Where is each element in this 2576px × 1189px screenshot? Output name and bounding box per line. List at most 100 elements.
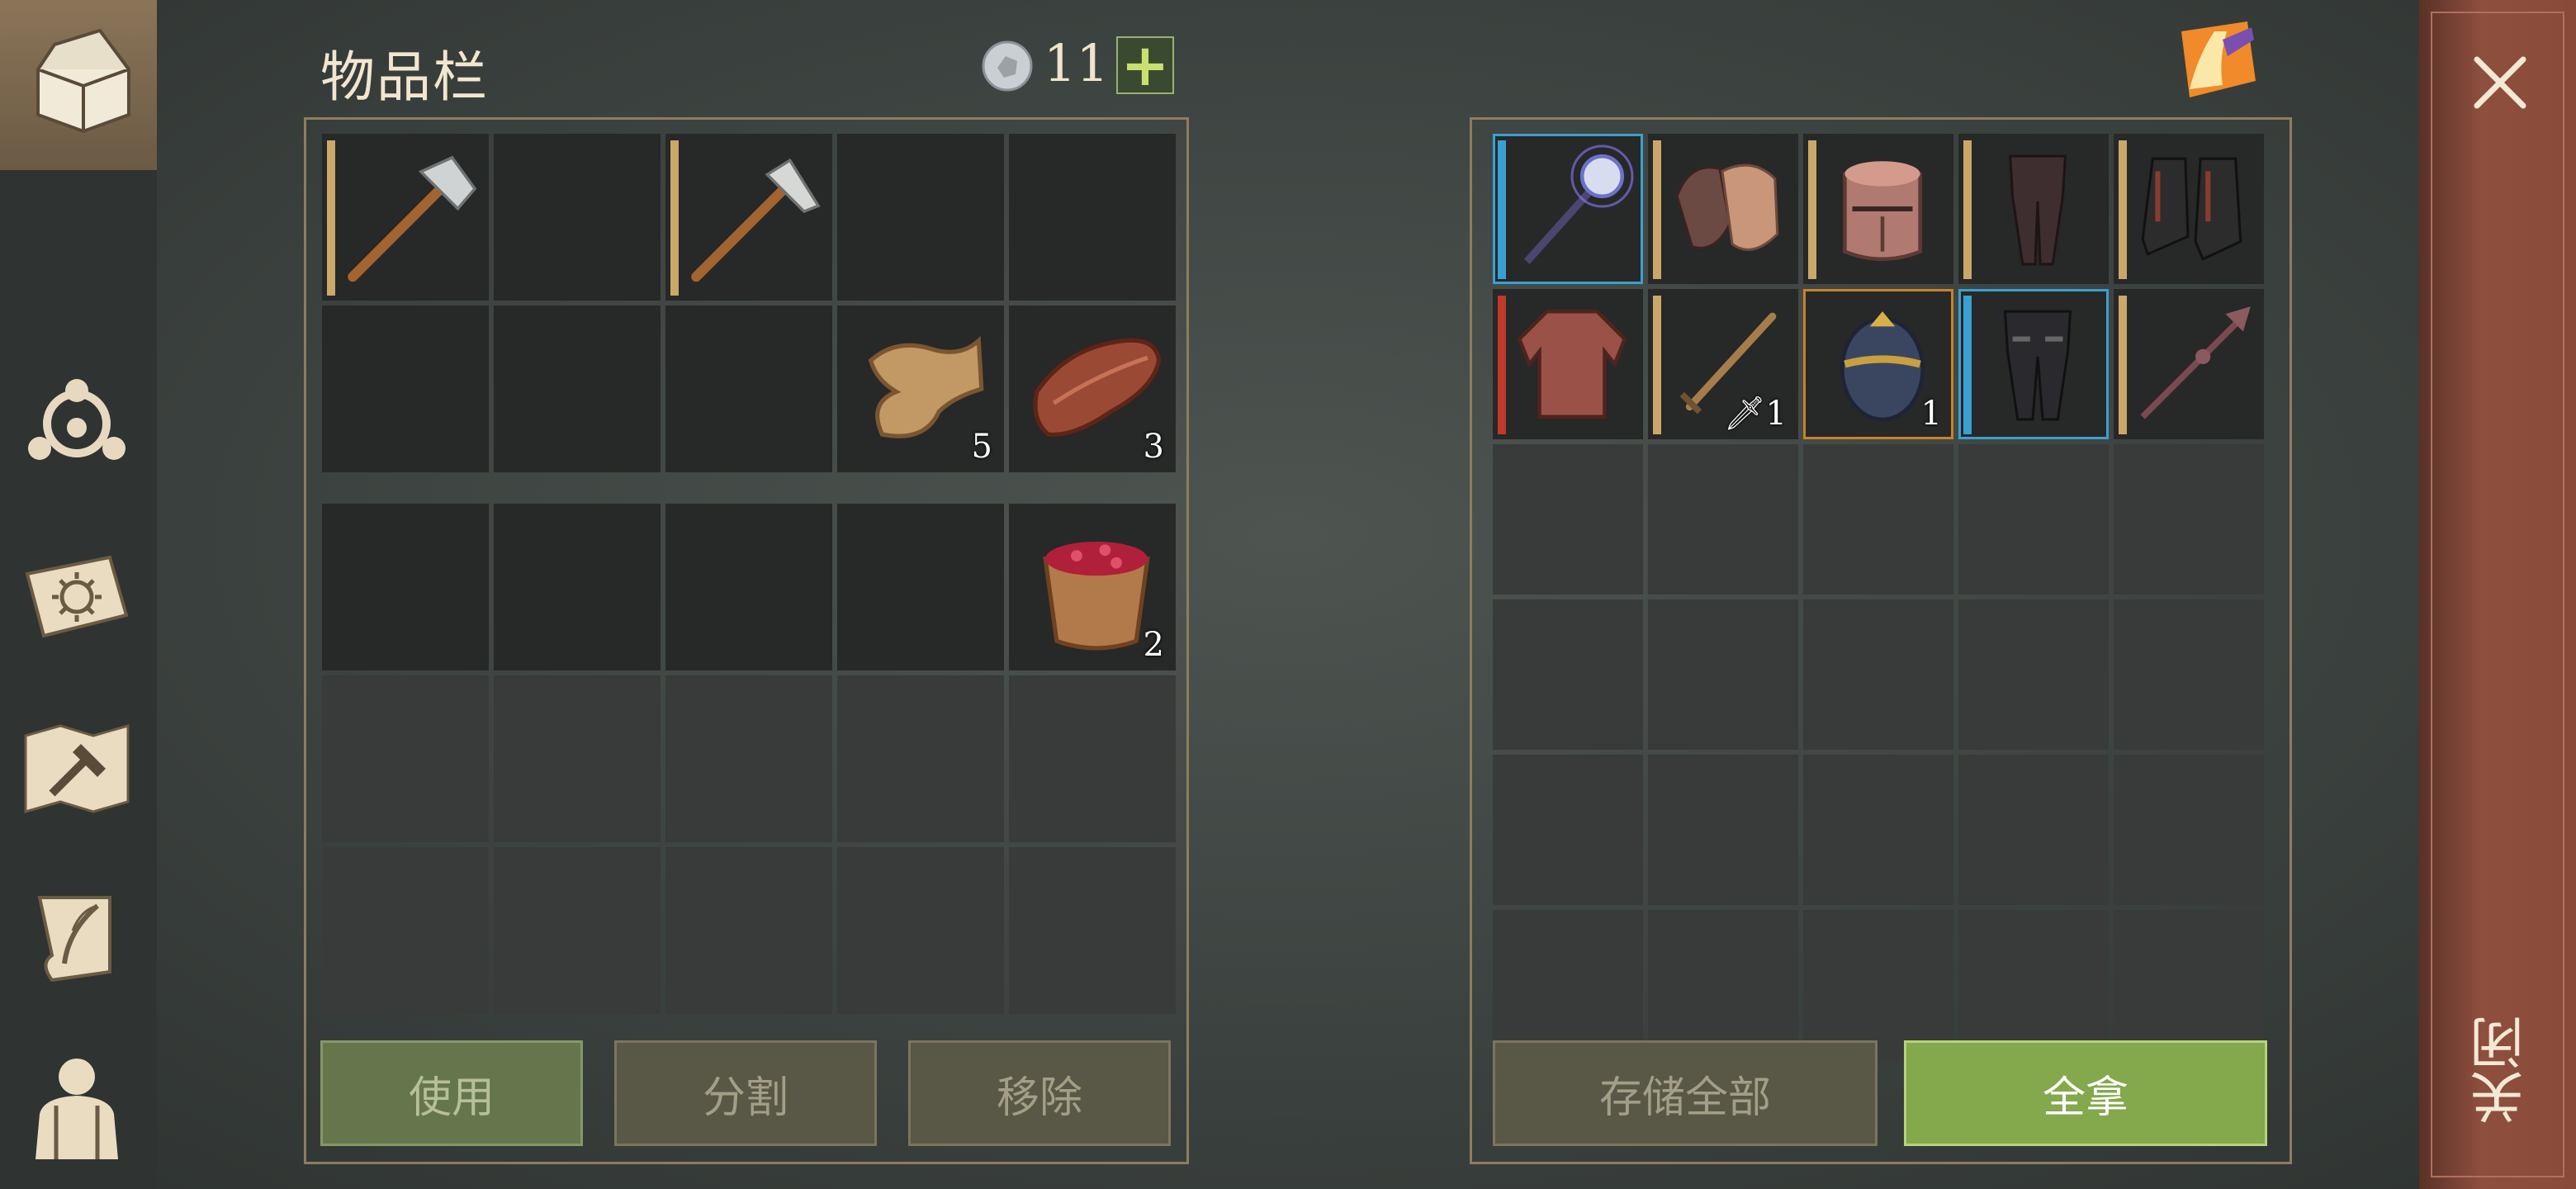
- container-slot[interactable]: [1958, 289, 2109, 439]
- mace-icon: [1509, 142, 1635, 276]
- backpack-slot[interactable]: [837, 847, 1004, 1014]
- item-quantity: 1: [1920, 395, 1942, 433]
- inventory-grid-backpack: 2: [322, 504, 1176, 1014]
- container-slot[interactable]: [1493, 444, 1643, 594]
- container-slot[interactable]: [2114, 444, 2264, 594]
- item-quantity: 3: [1143, 428, 1164, 466]
- inventory-slot[interactable]: [1009, 134, 1176, 301]
- container-slot[interactable]: [1803, 755, 1953, 905]
- great-helm-icon: [1820, 142, 1945, 276]
- container-slot[interactable]: [1493, 755, 1643, 905]
- container-slot[interactable]: [1958, 599, 2109, 750]
- inventory-slot[interactable]: 3: [1009, 306, 1176, 472]
- close-strip[interactable]: [2419, 0, 2576, 1189]
- chainmail-icon: [1509, 297, 1635, 431]
- backpack-slot[interactable]: [1009, 847, 1176, 1014]
- split-button[interactable]: 分割: [614, 1040, 877, 1146]
- container-slot[interactable]: [1958, 755, 2109, 905]
- container-slot[interactable]: [1648, 444, 1798, 594]
- inventory-slot[interactable]: [322, 306, 489, 472]
- inventory-slot[interactable]: [494, 306, 661, 472]
- armored-pants-icon: [1975, 297, 2100, 431]
- inventory-slot[interactable]: [665, 134, 832, 301]
- silver-coin-icon: [982, 40, 1033, 92]
- container-slot[interactable]: [1493, 599, 1643, 750]
- container-slot[interactable]: [2114, 134, 2264, 284]
- container-slot[interactable]: [1493, 910, 1643, 1060]
- container-slot[interactable]: [1803, 444, 1953, 594]
- durability-bar: [2119, 296, 2127, 434]
- container-slot[interactable]: [1958, 134, 2109, 284]
- backpack-slot[interactable]: [322, 675, 489, 842]
- item-quantity: 2: [1143, 626, 1164, 664]
- container-slot[interactable]: [1958, 910, 2109, 1060]
- inventory-grid-main: 53: [322, 134, 1176, 472]
- durability-bar: [1653, 296, 1661, 434]
- pickaxe-icon: [682, 142, 824, 292]
- backpack-slot[interactable]: [665, 847, 832, 1014]
- sidebar-item-quests[interactable]: [15, 877, 139, 1001]
- container-slot[interactable]: [2114, 599, 2264, 750]
- inventory-slot[interactable]: 5: [837, 306, 1004, 472]
- backpack-slot[interactable]: [665, 504, 832, 670]
- crafting-map-icon: [24, 724, 130, 813]
- hammer-icon: [339, 142, 481, 292]
- remove-button[interactable]: 移除: [908, 1040, 1171, 1146]
- durability-bar: [670, 140, 679, 296]
- durability-bar: [2119, 140, 2127, 279]
- durability-bar: [1963, 296, 1972, 434]
- skill-tree-icon: [28, 379, 125, 460]
- inventory-slot[interactable]: [494, 134, 661, 301]
- backpack-slot[interactable]: [494, 847, 661, 1014]
- close-label[interactable]: 关闭: [2462, 1016, 2533, 1125]
- container-slot[interactable]: [2114, 910, 2264, 1060]
- sidebar-item-events[interactable]: [15, 537, 139, 661]
- sidebar-item-crafting[interactable]: [15, 707, 139, 831]
- backpack-slot[interactable]: [1009, 675, 1176, 842]
- gloves-icon: [1664, 142, 1790, 276]
- durability-bar: [1963, 140, 1972, 279]
- backpack-slot[interactable]: [837, 675, 1004, 842]
- sort-brush-icon[interactable]: [2173, 15, 2262, 104]
- backpack-slot[interactable]: [322, 504, 489, 670]
- container-slot[interactable]: [1803, 134, 1953, 284]
- take-all-button[interactable]: 全拿: [1904, 1040, 2267, 1146]
- backpack-slot[interactable]: 2: [1009, 504, 1176, 670]
- container-slot[interactable]: [1648, 599, 1798, 750]
- durability-bar: [1653, 140, 1661, 279]
- backpack-slot[interactable]: [322, 847, 489, 1014]
- close-icon[interactable]: [2469, 51, 2531, 114]
- item-quantity: 5: [971, 428, 992, 466]
- backpack-slot[interactable]: [837, 504, 1004, 670]
- sidebar-item-character[interactable]: [15, 1044, 139, 1168]
- spear-icon: [2130, 297, 2256, 431]
- container-slot[interactable]: [2114, 289, 2264, 439]
- container-slot[interactable]: [1803, 910, 1953, 1060]
- page-title: 物品栏: [320, 45, 489, 109]
- container-slot[interactable]: [1493, 134, 1643, 284]
- container-slot[interactable]: [1648, 134, 1798, 284]
- backpack-slot[interactable]: [494, 504, 661, 670]
- add-currency-button[interactable]: +: [1116, 36, 1174, 94]
- container-slot[interactable]: [1648, 755, 1798, 905]
- sidebar-item-skills[interactable]: [15, 362, 139, 486]
- inventory-slot[interactable]: [665, 306, 832, 472]
- sidebar-item-inventory-active[interactable]: [0, 0, 157, 170]
- container-slot[interactable]: [1958, 444, 2109, 594]
- scroll-quill-icon: [37, 896, 111, 983]
- container-slot[interactable]: [2114, 755, 2264, 905]
- container-slot[interactable]: [1648, 910, 1798, 1060]
- inventory-slot[interactable]: [837, 134, 1004, 301]
- sidebar: [0, 0, 157, 1189]
- backpack-slot[interactable]: [665, 675, 832, 842]
- chest-icon: [21, 20, 145, 144]
- inventory-slot[interactable]: [322, 134, 489, 301]
- container-slot[interactable]: 🗡1: [1648, 289, 1798, 439]
- item-quantity: 🗡1: [1723, 395, 1787, 433]
- container-slot[interactable]: [1803, 599, 1953, 750]
- container-slot[interactable]: 1: [1803, 289, 1953, 439]
- container-slot[interactable]: [1493, 289, 1643, 439]
- backpack-slot[interactable]: [494, 675, 661, 842]
- store-all-button[interactable]: 存储全部: [1493, 1040, 1878, 1146]
- use-button[interactable]: 使用: [320, 1040, 583, 1146]
